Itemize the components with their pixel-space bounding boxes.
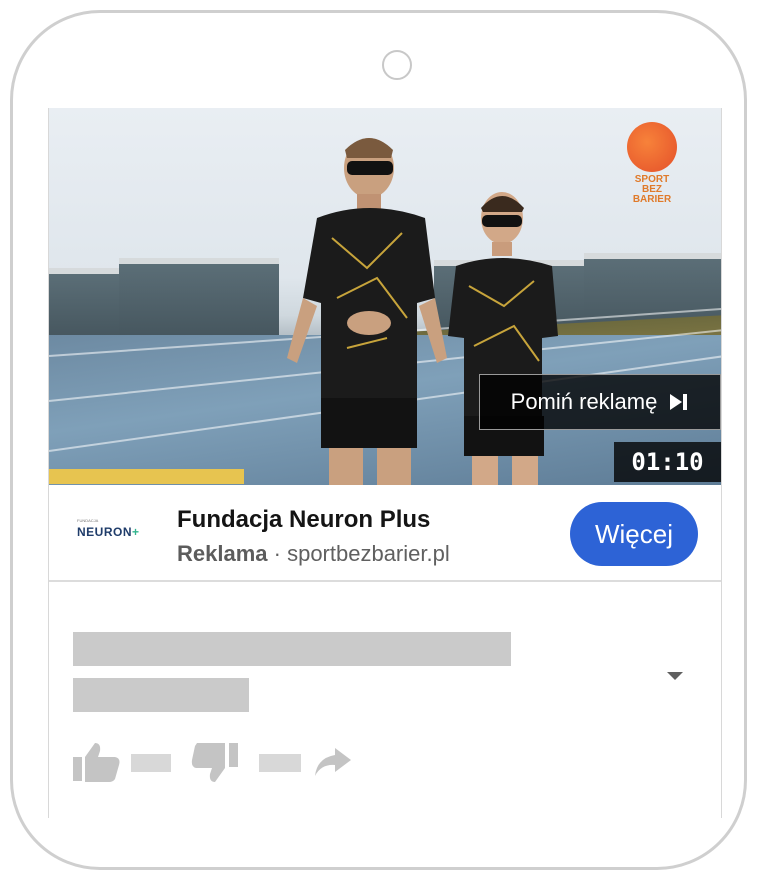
ad-domain[interactable]: sportbezbarier.pl — [287, 541, 450, 566]
ad-progress-fill — [49, 469, 244, 484]
advertiser-logo-small: FUNDACJA — [77, 518, 99, 523]
like-count-placeholder — [131, 754, 171, 772]
advertiser-logo[interactable]: FUNDACJA NEURON+ — [77, 518, 140, 539]
skip-ad-label: Pomiń reklamę — [510, 389, 658, 414]
athlete-male — [287, 138, 447, 485]
skip-ad-button[interactable]: Pomiń reklamę — [479, 374, 721, 430]
advertiser-logo-text: NEURON — [77, 525, 133, 539]
stadium-stand — [49, 268, 119, 344]
ad-subtitle: Reklama · sportbezbarier.pl — [177, 541, 450, 567]
stadium-stand — [119, 258, 279, 344]
separator: · — [267, 541, 288, 566]
athlete-female — [448, 192, 558, 485]
title-placeholder-line-1 — [73, 632, 511, 666]
logo-emblem — [627, 122, 677, 172]
phone-screen: SPORT BEZ BARIER Pomiń reklamę 01:10 FUN… — [48, 108, 722, 818]
share-icon[interactable] — [313, 746, 353, 778]
logo-line-3: BARIER — [632, 194, 672, 205]
dropdown-arrow-icon[interactable] — [665, 670, 685, 682]
advertiser-logo-plus: + — [132, 525, 140, 539]
sponsored-label: Reklama — [177, 541, 268, 566]
ad-info-bar: FUNDACJA NEURON+ Fundacja Neuron Plus Re… — [49, 485, 721, 582]
dislike-count-placeholder — [259, 754, 301, 772]
advertiser-name[interactable]: Fundacja Neuron Plus — [177, 506, 430, 534]
skip-next-icon — [669, 393, 689, 411]
title-placeholder-line-2 — [73, 678, 249, 712]
front-camera — [382, 50, 412, 80]
thumbs-down-icon[interactable] — [191, 741, 243, 783]
thumbs-up-icon[interactable] — [71, 741, 123, 783]
sport-bez-barier-logo: SPORT BEZ BARIER — [622, 122, 682, 206]
video-player[interactable]: SPORT BEZ BARIER Pomiń reklamę 01:10 — [49, 108, 721, 485]
more-button[interactable]: Więcej — [570, 502, 698, 566]
ad-progress-bar[interactable] — [49, 469, 721, 484]
